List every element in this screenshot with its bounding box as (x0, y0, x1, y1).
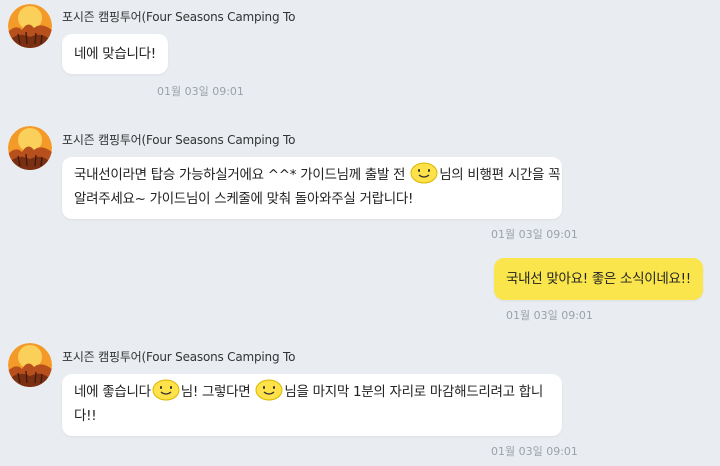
message-bubble[interactable]: 네에 맞습니다! (62, 34, 168, 74)
message-bubble[interactable]: 네에 좋습니다 님! 그렇다면 님을 마지막 1분의 자리로 마감해드리려고 합니… (62, 374, 562, 436)
message-line-1: 국내선이라면 탑승 가능하실거에요 ^^* 가이드님께 출발 전 님의 비행편 … (74, 162, 561, 187)
message-line-1: 네에 좋습니다 님! 그렇다면 님을 마지막 1분의 자리로 마감해드리려고 합니 (74, 380, 550, 404)
message-text: 네에 맞습니다! (74, 46, 156, 62)
sender-name: 포시즌 캠핑투어(Four Seasons Camping To (62, 350, 296, 364)
camping-logo-icon (8, 4, 52, 48)
message-text: 국내선이라면 탑승 가능하실거에요 ^^* 가이드님께 출발 전 (74, 167, 406, 183)
sender-name: 포시즌 캠핑투어(Four Seasons Camping To (62, 10, 296, 24)
message-text: 님을 마지막 1분의 자리로 마감해드리려고 합니 (284, 384, 543, 400)
camping-logo-icon (8, 343, 52, 387)
my-message-bubble[interactable]: 국내선 맞아요! 좋은 소식이네요!! (494, 258, 703, 300)
timestamp: 01월 03일 09:01 (491, 228, 578, 241)
avatar[interactable] (8, 4, 52, 48)
avatar[interactable] (8, 343, 52, 387)
smiley-emoticon-icon (255, 379, 283, 401)
timestamp: 01월 03일 09:01 (157, 85, 244, 98)
smiley-emoticon-icon (410, 162, 438, 184)
sender-name: 포시즌 캠핑투어(Four Seasons Camping To (62, 133, 296, 147)
message-text: 국내선 맞아요! 좋은 소식이네요!! (506, 271, 691, 287)
camping-logo-icon (8, 126, 52, 170)
avatar[interactable] (8, 126, 52, 170)
message-text: 님의 비행편 시간을 꼭 (439, 167, 561, 183)
message-text: 네에 좋습니다 (74, 384, 151, 400)
timestamp: 01월 03일 09:01 (506, 309, 593, 322)
smiley-emoticon-icon (152, 379, 180, 401)
message-bubble[interactable]: 국내선이라면 탑승 가능하실거에요 ^^* 가이드님께 출발 전 님의 비행편 … (62, 157, 562, 219)
message-line-2: 알려주세요~ 가이드님이 스케줄에 맞춰 돌아와주실 거랍니다! (74, 191, 414, 207)
message-line-2: 다!! (74, 408, 97, 424)
message-text: 님! 그렇다면 (180, 384, 251, 400)
timestamp: 01월 03일 09:01 (491, 445, 578, 458)
